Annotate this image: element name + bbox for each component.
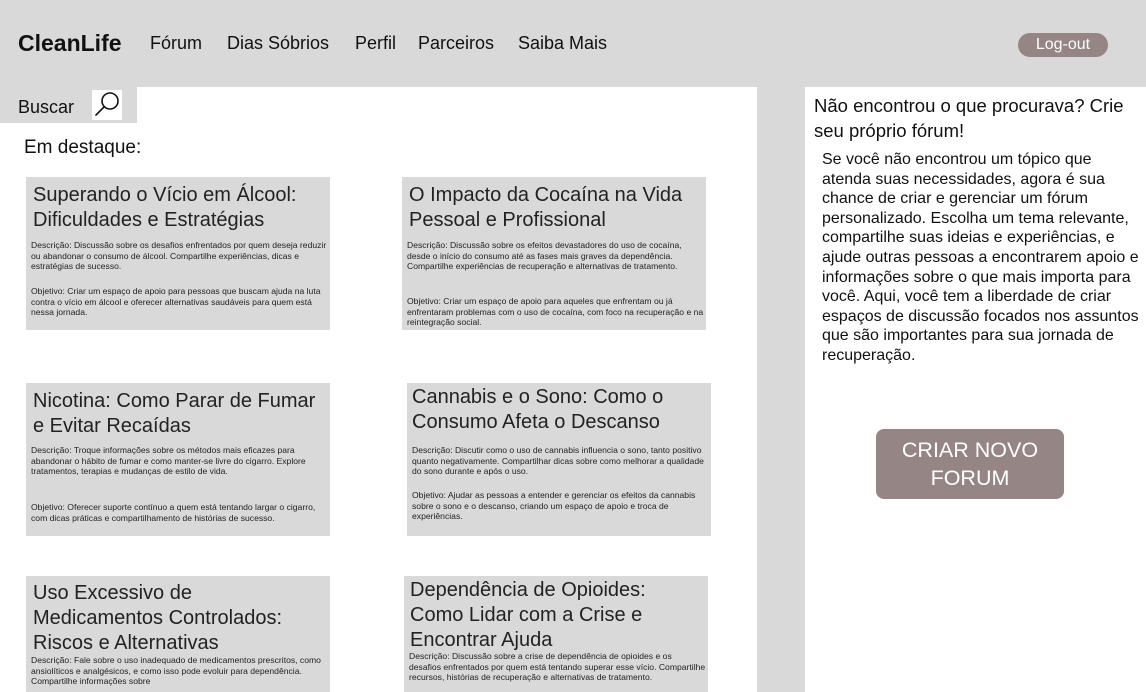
forum-card-description: Descrição: Troque informações sobre os m… [31,445,306,477]
forum-card-goal: Objetivo: Criar um espaço de apoio para … [407,296,704,328]
panel-divider [757,87,805,692]
forum-card-description: Descrição: Fale sobre o uso inadequado d… [31,655,321,687]
create-forum-panel: Não encontrou o que procurava? Crie seu … [805,87,1146,692]
forum-card-goal: Objetivo: Ajudar as pessoas a entender e… [412,490,696,522]
forum-card-title: Superando o Vício em Álcool: Dificuldade… [33,184,297,231]
forum-card[interactable]: Uso Excessivo de Medicamentos Controlado… [26,576,330,692]
forum-card-title: O Impacto da Cocaína na Vida Pessoal e P… [409,184,683,231]
nav-item-learn-more[interactable]: Saiba Mais [518,33,607,54]
featured-forums-panel: Buscar Em destaque: Superando o Vício em… [0,87,757,692]
top-navigation-bar: CleanLife Fórum Dias Sóbrios Perfil Parc… [0,0,1146,87]
forum-card-title: Nicotina: Como Parar de Fumar e Evitar R… [33,390,316,437]
featured-heading: Em destaque: [24,137,142,158]
logout-button[interactable]: Log-out [1018,33,1108,57]
create-forum-title: Não encontrou o que procurava? Crie seu … [814,95,1124,141]
forum-card[interactable]: Superando o Vício em Álcool: Dificuldade… [26,177,330,330]
create-forum-button[interactable]: CRIAR NOVO FORUM [876,429,1064,499]
search-icon[interactable] [92,90,122,120]
forum-card[interactable]: Nicotina: Como Parar de Fumar e Evitar R… [26,383,330,536]
forum-card-goal: Objetivo: Criar um espaço de apoio para … [31,286,321,318]
forum-card-title: Uso Excessivo de Medicamentos Controlado… [33,582,283,654]
forum-card-title: Cannabis e o Sono: Como o Consumo Afeta … [412,386,664,433]
forum-card[interactable]: O Impacto da Cocaína na Vida Pessoal e P… [402,177,706,330]
nav-item-partners[interactable]: Parceiros [418,33,494,54]
forum-card-title: Dependência de Opioides: Como Lidar com … [410,579,646,651]
forum-card-description: Descrição: Discussão sobre os desafios e… [31,240,327,272]
forum-card-description: Descrição: Discussão sobre a crise de de… [409,651,706,683]
forum-card-goal: Objetivo: Oferecer suporte contínuo a qu… [31,502,316,523]
app-logo[interactable]: CleanLife [18,30,122,57]
forum-card-description: Descrição: Discutir como o uso de cannab… [412,445,704,477]
search-label: Buscar [18,97,75,117]
forum-card[interactable]: Cannabis e o Sono: Como o Consumo Afeta … [407,383,711,536]
nav-item-profile[interactable]: Perfil [355,33,396,54]
forum-card[interactable]: Dependência de Opioides: Como Lidar com … [404,576,708,692]
create-forum-text: Se você não encontrou um tópico que aten… [822,151,1139,364]
nav-item-sober-days[interactable]: Dias Sóbrios [227,33,329,54]
search-bar[interactable]: Buscar [0,87,137,123]
nav-item-forum[interactable]: Fórum [150,33,202,54]
forum-card-description: Descrição: Discussão sobre os efeitos de… [407,240,682,272]
